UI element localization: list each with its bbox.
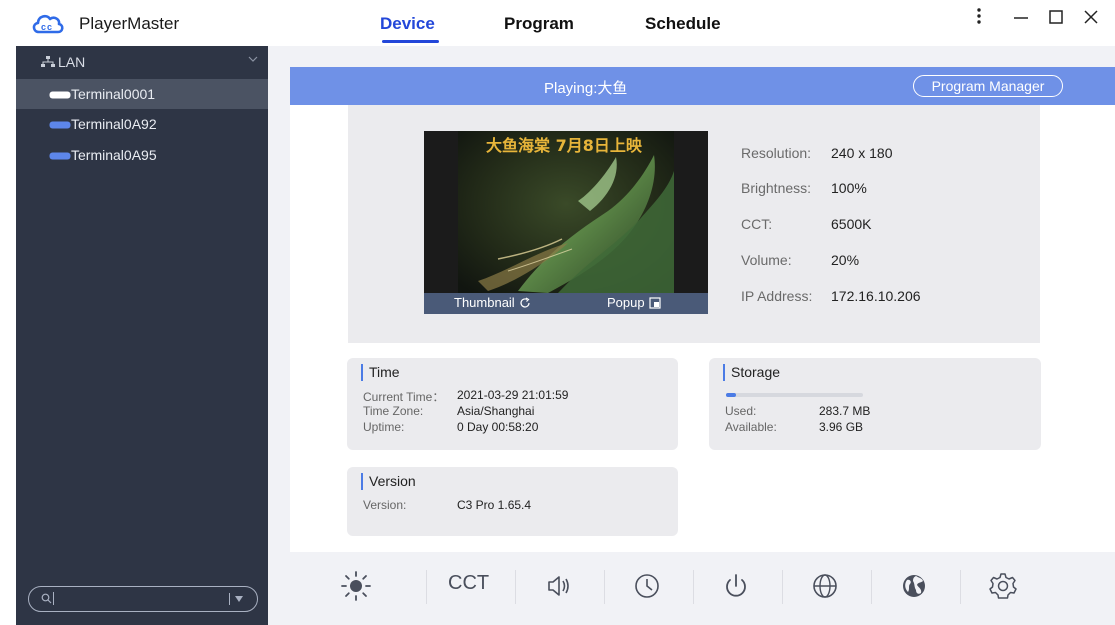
active-tab-indicator (382, 40, 439, 43)
terminal-search-box[interactable] (28, 586, 258, 612)
used-label: Used: (725, 404, 757, 418)
terminal-device-icon (49, 121, 71, 129)
app-title: PlayerMaster (79, 14, 180, 33)
caret-down-icon[interactable] (235, 596, 243, 602)
time-card-title: Time (361, 364, 400, 381)
version-card-title: Version (361, 473, 416, 490)
toolbar-divider (871, 570, 872, 604)
lan-group-label: LAN (58, 54, 86, 70)
title-bar: c c PlayerMaster Device Program Schedule (0, 0, 1115, 46)
network-icon (41, 56, 55, 67)
toolbar-divider (604, 570, 605, 604)
time-card: Time Current Time： 2021-03-29 21:01:59 T… (347, 358, 678, 450)
preview-caption-bar: Thumbnail Popup (424, 293, 708, 314)
tab-program[interactable]: Program (504, 14, 574, 34)
sidebar-item-terminal0a95[interactable]: Terminal0A95 (16, 140, 268, 170)
available-label: Available: (725, 420, 777, 434)
resolution-label: Resolution: (741, 145, 812, 161)
terminal-label: Terminal0001 (71, 86, 156, 102)
playing-program-name: 大鱼 (597, 80, 628, 97)
earth-icon[interactable] (894, 566, 934, 606)
current-time-label: Current Time： (363, 390, 445, 404)
cct-value: 6500K (831, 216, 872, 232)
volume-icon[interactable] (538, 566, 578, 606)
thumbnail-refresh-button[interactable]: Thumbnail (454, 295, 531, 310)
ip-address-value: 172.16.10.206 (831, 288, 921, 304)
chevron-down-icon[interactable] (248, 55, 258, 63)
program-preview: 大鱼海棠 7月8日上映 Thumbnail Popup (424, 131, 708, 314)
tab-device[interactable]: Device (380, 14, 435, 34)
power-icon[interactable] (716, 566, 756, 606)
toolbar-divider (426, 570, 427, 604)
search-divider (229, 593, 230, 605)
playing-prefix: Playing: (544, 80, 598, 97)
thumbnail-label: Thumbnail (454, 295, 515, 310)
terminal-label: Terminal0A92 (71, 116, 157, 132)
settings-icon[interactable] (983, 566, 1023, 606)
popup-window-icon (649, 297, 661, 309)
more-icon[interactable] (966, 4, 992, 30)
device-control-toolbar: CCT (268, 552, 1115, 625)
cct-label: CCT: (741, 216, 773, 232)
toolbar-divider (693, 570, 694, 604)
uptime-label: Uptime: (363, 420, 405, 434)
playing-status: Playing:大鱼 (544, 77, 627, 98)
terminal-label: Terminal0A95 (71, 147, 157, 163)
device-sidebar: LAN Terminal0001 Terminal0A92 Terminal0A… (16, 46, 268, 625)
uptime-value: 0 Day 00:58:20 (457, 420, 539, 434)
brightness-icon[interactable] (336, 566, 376, 606)
storage-usage-bar (726, 393, 863, 397)
cloud-logo-icon: c c (32, 14, 64, 34)
storage-usage-fill (726, 393, 736, 397)
brightness-label: Brightness: (741, 180, 812, 196)
search-icon (41, 593, 52, 604)
used-value: 283.7 MB (819, 404, 871, 418)
refresh-icon (520, 297, 530, 308)
ip-address-label: IP Address: (741, 288, 813, 304)
popup-button[interactable]: Popup (607, 295, 661, 310)
version-value: C3 Pro 1.65.4 (457, 498, 532, 512)
search-input[interactable] (57, 590, 217, 608)
tab-schedule[interactable]: Schedule (645, 14, 721, 34)
playing-status-bar: Playing:大鱼 Program Manager (290, 67, 1115, 105)
svg-text:c: c (47, 22, 52, 32)
lan-group-header[interactable]: LAN (16, 46, 268, 76)
volume-label: Volume: (741, 252, 792, 268)
svg-text:c: c (41, 22, 46, 32)
close-icon[interactable] (1078, 4, 1104, 30)
preview-banner-text: 大鱼海棠 7月8日上映 (486, 136, 643, 155)
time-zone-label: Time Zone: (363, 404, 424, 418)
brightness-value: 100% (831, 180, 867, 196)
current-time-value: 2021-03-29 21:01:59 (457, 388, 569, 402)
popup-label: Popup (607, 295, 645, 310)
storage-card: Storage Used: 283.7 MB Available: 3.96 G… (709, 358, 1041, 450)
version-label: Version: (363, 498, 407, 512)
toolbar-divider (960, 570, 961, 604)
cct-button[interactable]: CCT (448, 572, 489, 595)
sidebar-item-terminal0a92[interactable]: Terminal0A92 (16, 109, 268, 139)
toolbar-divider (782, 570, 783, 604)
toolbar-divider (515, 570, 516, 604)
terminal-device-icon (49, 152, 71, 160)
volume-value: 20% (831, 252, 860, 268)
clock-icon[interactable] (627, 566, 667, 606)
terminal-device-icon (49, 91, 71, 99)
sidebar-item-terminal0001[interactable]: Terminal0001 (16, 79, 268, 109)
resolution-value: 240 x 180 (831, 145, 893, 161)
storage-card-title: Storage (723, 364, 780, 381)
time-zone-value: Asia/Shanghai (457, 404, 535, 418)
preview-image: 大鱼海棠 7月8日上映 (458, 131, 674, 293)
text-cursor (53, 592, 54, 605)
version-card: Version Version: C3 Pro 1.65.4 (347, 467, 678, 536)
maximize-icon[interactable] (1043, 4, 1069, 30)
available-value: 3.96 GB (819, 420, 864, 434)
network-globe-icon[interactable] (805, 566, 845, 606)
minimize-icon[interactable] (1008, 4, 1034, 30)
program-manager-button[interactable]: Program Manager (913, 75, 1063, 97)
